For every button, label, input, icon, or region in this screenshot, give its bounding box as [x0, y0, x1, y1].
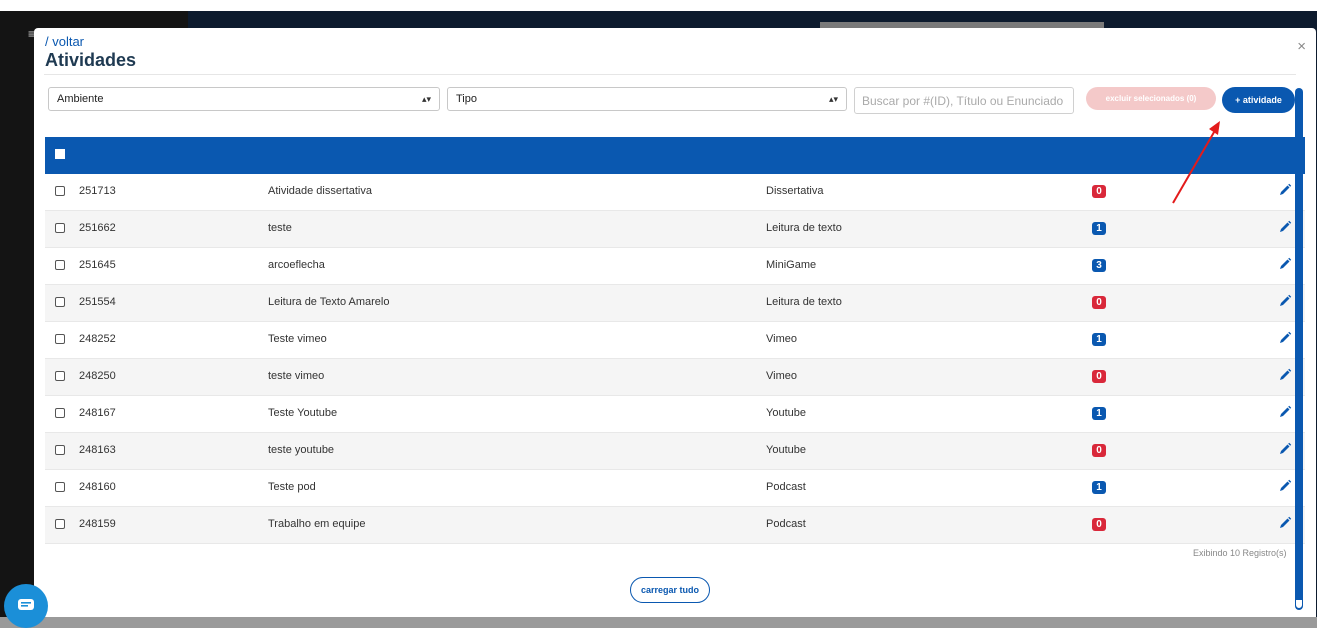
select-all-checkbox[interactable]	[55, 149, 65, 159]
row-type: Vimeo	[766, 370, 797, 382]
row-title: teste youtube	[268, 444, 335, 456]
search-input[interactable]	[854, 87, 1074, 114]
ambiente-select-value: Ambiente	[57, 93, 104, 105]
row-type: Youtube	[766, 407, 806, 419]
row-title: teste vimeo	[268, 370, 325, 382]
count-badge: 0	[1092, 370, 1106, 383]
select-arrows-icon: ▴▾	[421, 94, 431, 104]
row-id: 251662	[79, 222, 116, 234]
records-count: Exibindo 10 Registro(s)	[1193, 548, 1287, 558]
count-badge: 0	[1092, 444, 1106, 457]
row-id: 251713	[79, 185, 116, 197]
delete-selected-button[interactable]: excluir selecionados (0)	[1086, 87, 1216, 110]
row-checkbox[interactable]	[55, 334, 65, 344]
table-row[interactable]: 248163 teste youtube Youtube 0	[45, 433, 1305, 470]
background-top-bar	[0, 0, 1317, 11]
table-row[interactable]: 251554 Leitura de Texto Amarelo Leitura de…	[45, 285, 1305, 322]
row-checkbox[interactable]	[55, 260, 65, 270]
row-id: 248160	[79, 481, 116, 493]
row-type: MiniGame	[766, 259, 817, 271]
row-title: Leitura de Texto Amarelo	[268, 296, 390, 308]
edit-pencil-icon[interactable]	[1278, 442, 1292, 456]
row-id: 251554	[79, 296, 116, 308]
row-title: Teste vimeo	[268, 333, 327, 345]
back-link[interactable]: / voltar	[45, 34, 84, 49]
table-row[interactable]: 248159 Trabalho em equipe Podcast 0	[45, 507, 1305, 544]
table-row[interactable]: 248167 Teste Youtube Youtube 1	[45, 396, 1305, 433]
edit-pencil-icon[interactable]	[1278, 331, 1292, 345]
row-checkbox[interactable]	[55, 445, 65, 455]
row-title: Teste Youtube	[268, 407, 338, 419]
count-badge: 0	[1092, 296, 1106, 309]
row-checkbox[interactable]	[55, 297, 65, 307]
row-id: 248159	[79, 518, 116, 530]
count-badge: 1	[1092, 333, 1106, 346]
row-type: Podcast	[766, 518, 806, 530]
count-badge: 3	[1092, 259, 1106, 272]
edit-pencil-icon[interactable]	[1278, 516, 1292, 530]
row-type: Podcast	[766, 481, 806, 493]
row-title: Trabalho em equipe	[268, 518, 366, 530]
close-icon[interactable]: ×	[1297, 38, 1306, 55]
scrollbar-end	[1295, 599, 1303, 609]
load-all-button[interactable]: carregar tudo	[630, 577, 710, 603]
table-header	[45, 137, 1305, 174]
activities-modal: / voltar Atividades × Ambiente ▴▾ Tipo ▴…	[34, 28, 1316, 617]
row-checkbox[interactable]	[55, 519, 65, 529]
ambiente-select[interactable]: Ambiente ▴▾	[48, 87, 440, 111]
row-type: Leitura de texto	[766, 296, 842, 308]
edit-pencil-icon[interactable]	[1278, 257, 1292, 271]
row-id: 248167	[79, 407, 116, 419]
edit-pencil-icon[interactable]	[1278, 479, 1292, 493]
row-checkbox[interactable]	[55, 482, 65, 492]
edit-pencil-icon[interactable]	[1278, 405, 1292, 419]
row-type: Dissertativa	[766, 185, 824, 197]
activities-table-body: 251713 Atividade dissertativa Dissertativa…	[45, 174, 1305, 544]
row-id: 251645	[79, 259, 116, 271]
scrollbar[interactable]	[1295, 88, 1303, 610]
table-row[interactable]: 248252 Teste vimeo Vimeo 1	[45, 322, 1305, 359]
row-checkbox[interactable]	[55, 223, 65, 233]
table-row[interactable]: 251662 teste Leitura de texto 1	[45, 211, 1305, 248]
table-row[interactable]: 251713 Atividade dissertativa Dissertativa…	[45, 174, 1305, 211]
annotation-arrow-icon	[1172, 121, 1220, 204]
chat-button[interactable]	[4, 584, 48, 628]
row-type: Leitura de texto	[766, 222, 842, 234]
row-title: teste	[268, 222, 292, 234]
row-id: 248252	[79, 333, 116, 345]
edit-pencil-icon[interactable]	[1278, 294, 1292, 308]
row-type: Vimeo	[766, 333, 797, 345]
header-divider	[44, 74, 1296, 75]
count-badge: 1	[1092, 481, 1106, 494]
row-checkbox[interactable]	[55, 408, 65, 418]
tipo-select[interactable]: Tipo ▴▾	[447, 87, 847, 111]
edit-pencil-icon[interactable]	[1278, 220, 1292, 234]
chat-icon	[18, 599, 34, 610]
row-checkbox[interactable]	[55, 186, 65, 196]
table-row[interactable]: 251645 arcoeflecha MiniGame 3	[45, 248, 1305, 285]
count-badge: 1	[1092, 222, 1106, 235]
row-title: Atividade dissertativa	[268, 185, 372, 197]
row-id: 248163	[79, 444, 116, 456]
row-checkbox[interactable]	[55, 371, 65, 381]
count-badge: 1	[1092, 407, 1106, 420]
row-title: Teste pod	[268, 481, 316, 493]
edit-pencil-icon[interactable]	[1278, 183, 1292, 197]
table-row[interactable]: 248250 teste vimeo Vimeo 0	[45, 359, 1305, 396]
row-type: Youtube	[766, 444, 806, 456]
page-title: Atividades	[45, 50, 137, 70]
count-badge: 0	[1092, 185, 1106, 198]
select-arrows-icon: ▴▾	[828, 94, 838, 104]
add-activity-button[interactable]: + atividade	[1222, 87, 1295, 113]
edit-pencil-icon[interactable]	[1278, 368, 1292, 382]
row-id: 248250	[79, 370, 116, 382]
row-title: arcoeflecha	[268, 259, 325, 271]
count-badge: 0	[1092, 518, 1106, 531]
table-row[interactable]: 248160 Teste pod Podcast 1	[45, 470, 1305, 507]
tipo-select-value: Tipo	[456, 93, 477, 105]
